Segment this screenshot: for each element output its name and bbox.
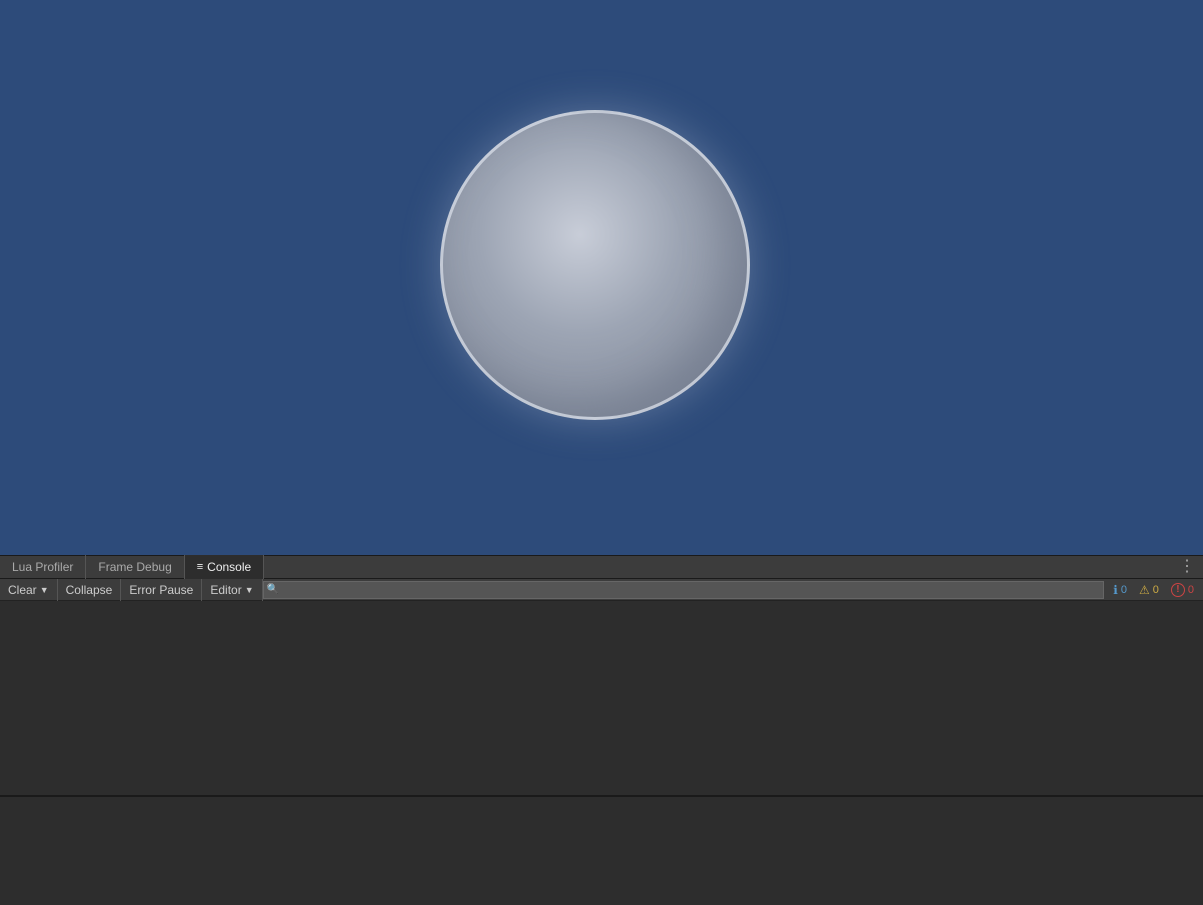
error-badge[interactable]: ! 0	[1166, 581, 1199, 599]
console-toolbar: Clear ▼ Collapse Error Pause Editor ▼ ℹ …	[0, 579, 1203, 601]
warning-count: 0	[1153, 584, 1159, 596]
editor-dropdown-arrow: ▼	[245, 585, 254, 595]
tab-menu-icon: ⋮	[1179, 558, 1195, 575]
editor-button[interactable]: Editor ▼	[202, 579, 262, 601]
console-detail-area	[0, 796, 1203, 904]
tab-frame-debug-label: Frame Debug	[98, 560, 171, 574]
info-badge[interactable]: ℹ 0	[1108, 581, 1132, 599]
sphere-object	[440, 110, 750, 420]
error-pause-button[interactable]: Error Pause	[121, 579, 202, 601]
badge-area: ℹ 0 ⚠ 0 ! 0	[1104, 579, 1203, 601]
search-container	[263, 579, 1105, 601]
warning-icon: ⚠	[1139, 583, 1150, 597]
console-icon: ≡	[197, 561, 203, 573]
game-viewport	[0, 0, 1203, 555]
clear-dropdown-arrow: ▼	[40, 585, 49, 595]
tab-lua-profiler-label: Lua Profiler	[12, 560, 73, 574]
error-count: 0	[1188, 584, 1194, 596]
warning-badge[interactable]: ⚠ 0	[1134, 581, 1164, 599]
tab-bar: Lua Profiler Frame Debug ≡ Console ⋮	[0, 555, 1203, 579]
error-icon: !	[1171, 583, 1185, 597]
search-input[interactable]	[263, 581, 1105, 599]
info-icon: ℹ	[1113, 583, 1118, 597]
tab-lua-profiler[interactable]: Lua Profiler	[0, 555, 86, 579]
tab-frame-debug[interactable]: Frame Debug	[86, 555, 184, 579]
clear-button[interactable]: Clear ▼	[0, 579, 58, 601]
tab-menu-button[interactable]: ⋮	[1171, 555, 1203, 579]
tab-console-label: Console	[207, 560, 251, 574]
console-log-area[interactable]	[0, 601, 1203, 796]
tab-console[interactable]: ≡ Console	[185, 555, 264, 579]
collapse-button[interactable]: Collapse	[58, 579, 122, 601]
info-count: 0	[1121, 584, 1127, 596]
